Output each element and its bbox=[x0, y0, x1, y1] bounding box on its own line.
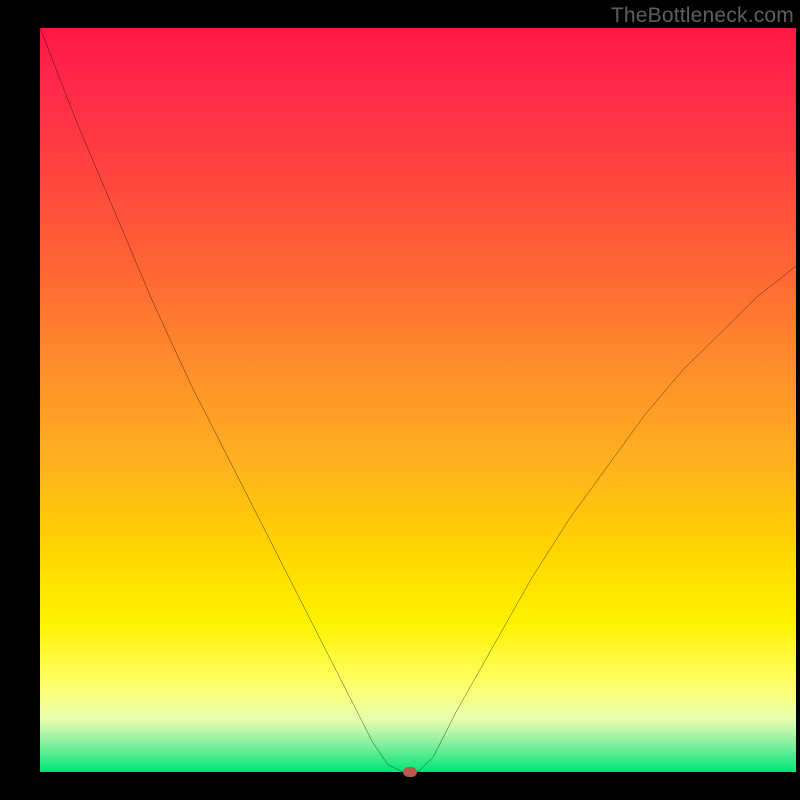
curve-layer bbox=[40, 28, 796, 772]
optimal-point-marker bbox=[403, 767, 417, 777]
watermark-text: TheBottleneck.com bbox=[611, 4, 794, 28]
chart-frame: TheBottleneck.com bbox=[0, 0, 800, 800]
plot-area bbox=[40, 28, 796, 772]
bottleneck-curve bbox=[40, 28, 796, 772]
